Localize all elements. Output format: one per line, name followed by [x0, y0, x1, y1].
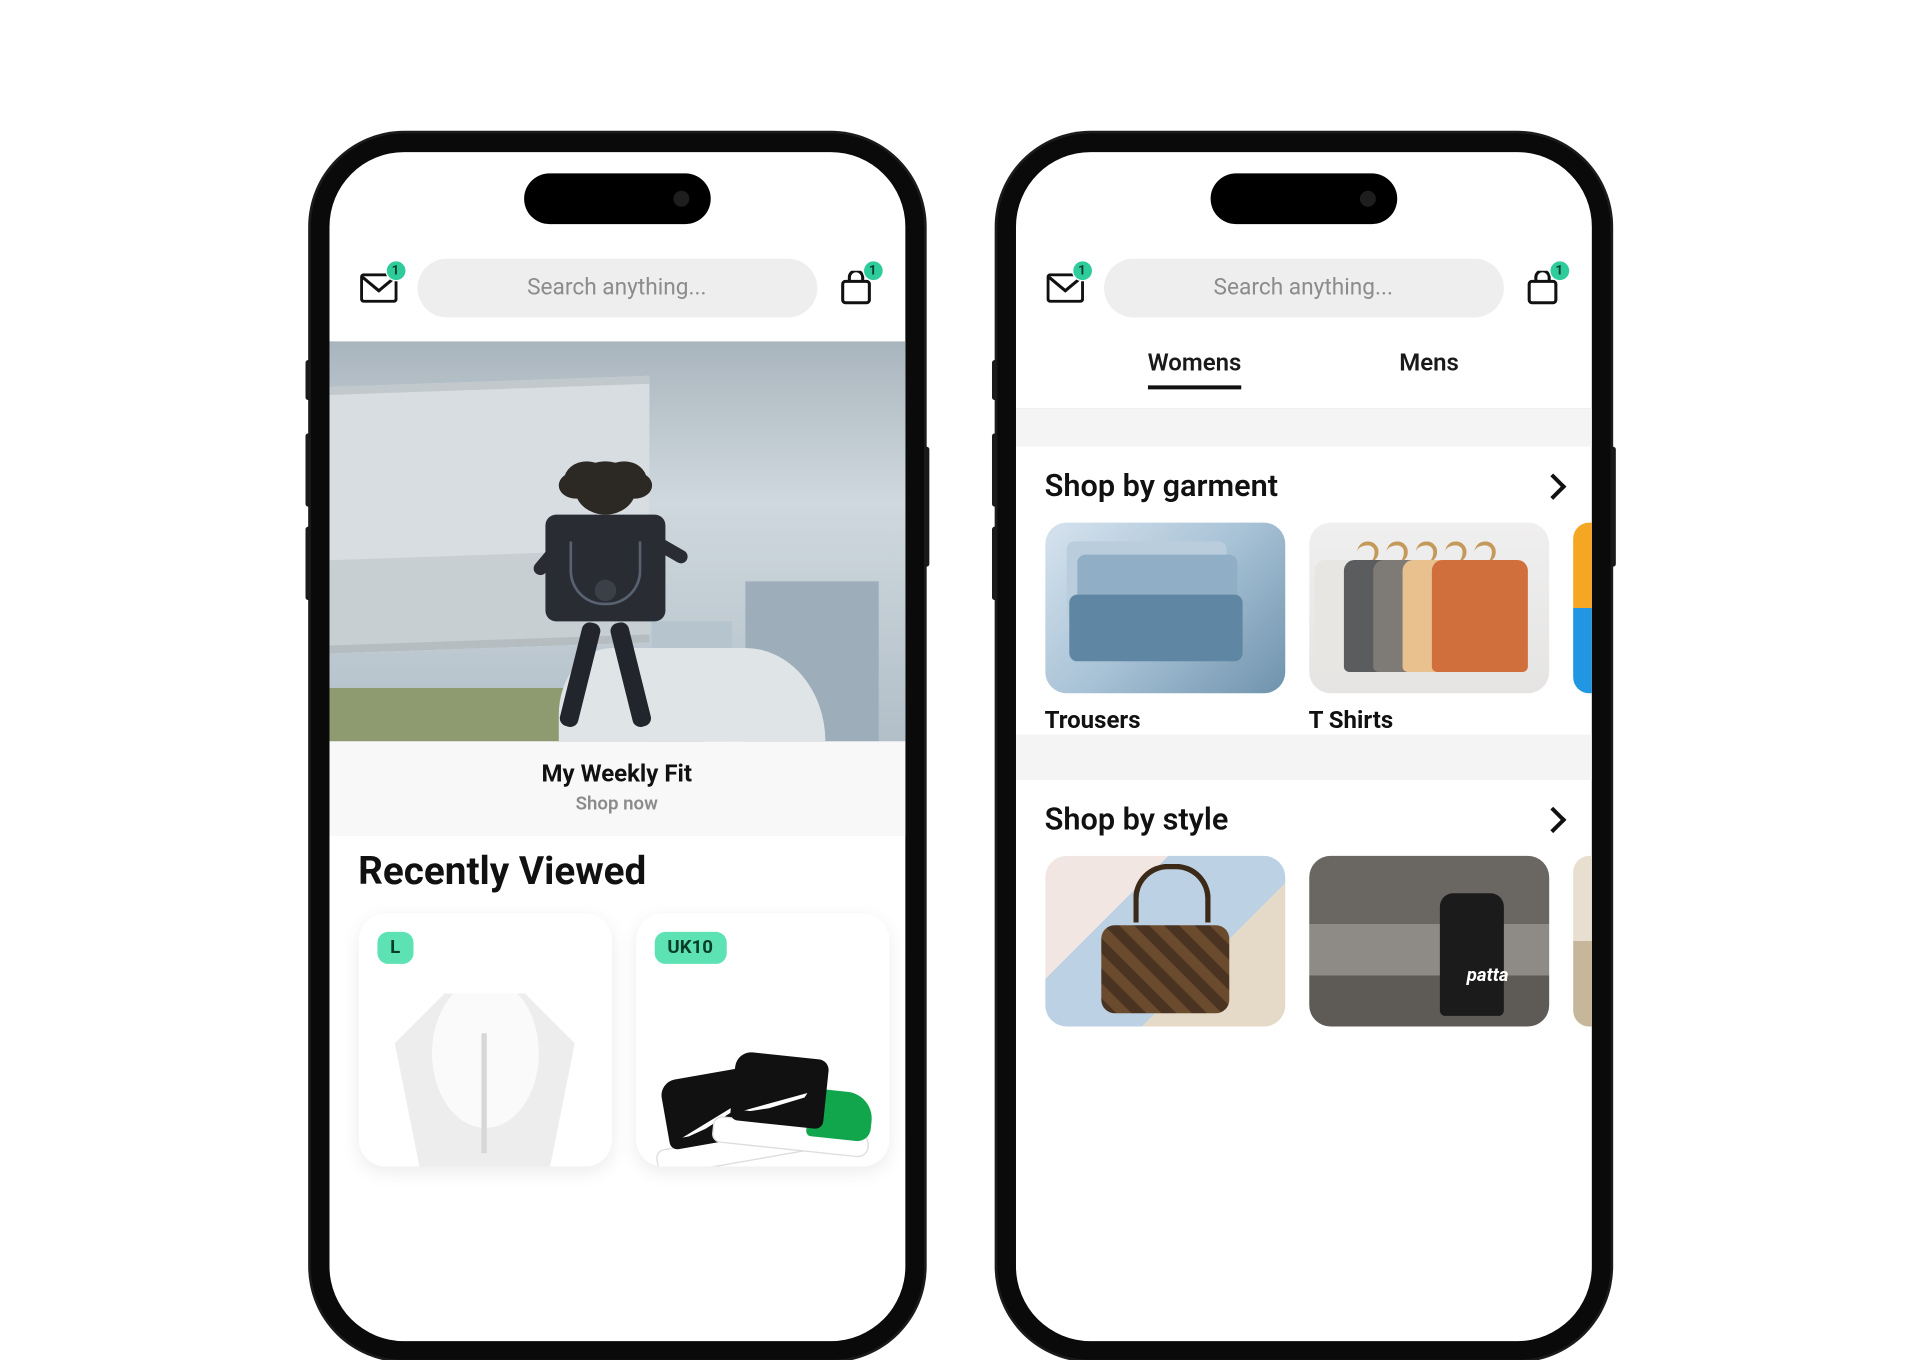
- tab-mens[interactable]: Mens: [1399, 349, 1459, 389]
- size-badge: L: [377, 932, 414, 964]
- side-button: [923, 447, 928, 567]
- garment-tile-trousers[interactable]: Trousers: [1045, 523, 1285, 735]
- screen: 1 Search anything... 1: [329, 152, 905, 1341]
- tile-image: [1045, 523, 1285, 694]
- section-label: Shop by garment: [1045, 468, 1278, 504]
- style-row[interactable]: [1015, 856, 1591, 1027]
- hero-cta: Shop now: [329, 793, 905, 814]
- shop-by-garment-header[interactable]: Shop by garment: [1015, 447, 1591, 523]
- chevron-right-icon: [1539, 806, 1565, 832]
- phone-right: 1 Search anything... 1 Womens: [997, 133, 1610, 1359]
- notch: [1210, 173, 1397, 224]
- browse-content: 1 Search anything... 1 Womens: [1015, 152, 1591, 1341]
- style-tile[interactable]: [1309, 856, 1549, 1027]
- home-content: 1 Search anything... 1: [329, 152, 905, 1341]
- tab-womens[interactable]: Womens: [1148, 349, 1242, 389]
- search-input[interactable]: Search anything...: [1103, 259, 1503, 318]
- recent-card[interactable]: UK10: [635, 913, 888, 1166]
- bag-badge: 1: [1549, 260, 1570, 281]
- tile-label: T Shirts: [1309, 693, 1549, 734]
- garment-tile-peek[interactable]: [1573, 523, 1592, 694]
- section-label: Shop by style: [1045, 801, 1229, 837]
- bag-button[interactable]: 1: [1522, 268, 1562, 308]
- tile-image: [1309, 523, 1549, 694]
- hero-image[interactable]: [329, 341, 905, 741]
- hero-title: My Weekly Fit: [329, 760, 905, 788]
- side-button: [991, 360, 996, 400]
- recent-card[interactable]: L: [358, 913, 611, 1166]
- bag-button[interactable]: 1: [835, 268, 875, 308]
- shop-by-style-header[interactable]: Shop by style: [1015, 780, 1591, 856]
- side-button: [305, 360, 310, 400]
- side-button: [991, 527, 996, 600]
- tile-label: Trousers: [1045, 693, 1285, 734]
- side-button: [305, 433, 310, 506]
- side-button: [1610, 447, 1615, 567]
- divider: [1015, 735, 1591, 780]
- tile-image: [1309, 856, 1549, 1027]
- screen: 1 Search anything... 1 Womens: [1015, 152, 1591, 1341]
- chevron-right-icon: [1539, 473, 1565, 499]
- divider: [1015, 409, 1591, 446]
- size-badge: UK10: [654, 932, 726, 964]
- garment-row[interactable]: Trousers T Shirts: [1015, 523, 1591, 735]
- side-button: [305, 527, 310, 600]
- stage: 1 Search anything... 1: [0, 0, 1920, 1080]
- search-placeholder: Search anything...: [527, 275, 706, 302]
- side-button: [991, 433, 996, 506]
- product-image: [649, 1007, 876, 1167]
- messages-button[interactable]: 1: [1045, 268, 1085, 308]
- style-tile-peek[interactable]: [1573, 856, 1592, 1027]
- style-tile[interactable]: [1045, 856, 1285, 1027]
- garment-tile-tshirts[interactable]: T Shirts: [1309, 523, 1549, 735]
- header-row: 1 Search anything... 1: [329, 245, 905, 341]
- notch: [523, 173, 710, 224]
- messages-badge: 1: [1071, 260, 1092, 281]
- search-placeholder: Search anything...: [1214, 275, 1393, 302]
- phone-left: 1 Search anything... 1: [310, 133, 923, 1359]
- recently-viewed-title: Recently Viewed: [329, 836, 905, 913]
- bag-badge: 1: [862, 260, 883, 281]
- search-input[interactable]: Search anything...: [417, 259, 817, 318]
- tile-image: [1045, 856, 1285, 1027]
- header-row: 1 Search anything... 1: [1015, 245, 1591, 341]
- messages-button[interactable]: 1: [358, 268, 398, 308]
- recently-viewed-row[interactable]: L UK10: [329, 913, 905, 1166]
- messages-badge: 1: [385, 260, 406, 281]
- gender-tabs: Womens Mens: [1015, 341, 1591, 409]
- hero-caption[interactable]: My Weekly Fit Shop now: [329, 741, 905, 836]
